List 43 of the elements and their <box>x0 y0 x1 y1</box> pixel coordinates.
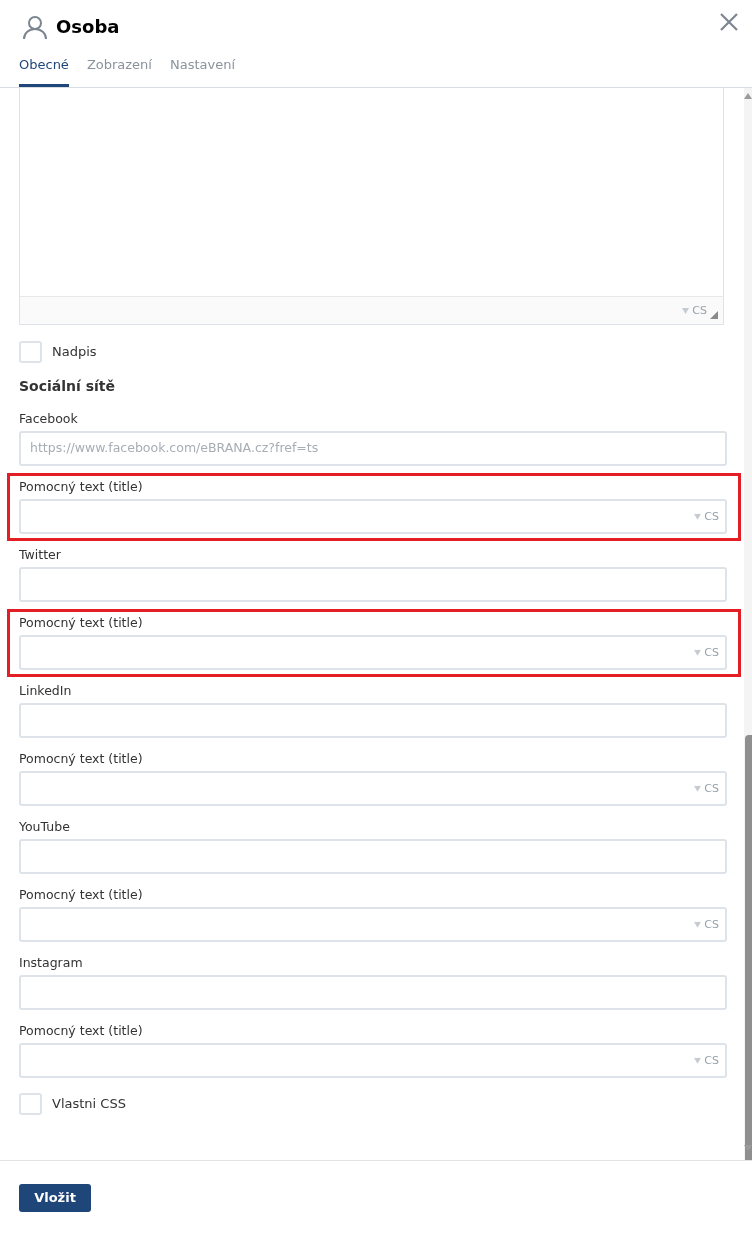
dropdown-arrow-icon[interactable] <box>694 921 702 928</box>
checkbox[interactable] <box>19 1093 42 1115</box>
language-code[interactable]: CS <box>704 508 719 525</box>
language-code[interactable]: CS <box>692 303 707 320</box>
scrollbar[interactable] <box>744 88 752 1160</box>
language-code[interactable]: CS <box>704 1052 719 1069</box>
checkbox-label: Nadpis <box>52 343 97 362</box>
checkbox[interactable] <box>19 341 42 363</box>
dropdown-arrow-icon[interactable] <box>682 308 690 315</box>
dropdown-arrow-icon[interactable] <box>694 649 702 656</box>
dialog-title: Osoba <box>56 15 120 39</box>
dropdown-arrow-icon[interactable] <box>694 1057 702 1064</box>
language-code[interactable]: CS <box>704 780 719 797</box>
text-editor[interactable]: CS <box>19 88 724 325</box>
tab[interactable]: Obecné <box>19 54 69 87</box>
dropdown-arrow-icon[interactable] <box>694 785 702 792</box>
field-label: Pomocný text (title) <box>19 478 144 495</box>
user-icon <box>22 13 48 40</box>
input-field[interactable]: CS <box>19 1043 727 1078</box>
input-field[interactable]: CS <box>19 635 727 670</box>
input-field[interactable]: CS <box>19 771 727 806</box>
field-label: LinkedIn <box>19 682 73 699</box>
field-label: Pomocný text (title) <box>19 1022 144 1039</box>
resize-handle-icon[interactable] <box>710 311 718 319</box>
field-label: Facebook <box>19 410 79 427</box>
insert-button[interactable]: Vložit <box>19 1184 91 1212</box>
language-code[interactable]: CS <box>704 916 719 933</box>
input-field[interactable]: CS <box>19 907 727 942</box>
input-field[interactable]: CS <box>19 499 727 534</box>
section-heading: Sociální sítě <box>19 377 116 396</box>
language-code[interactable]: CS <box>704 644 719 661</box>
dropdown-arrow-icon[interactable] <box>694 513 702 520</box>
checkbox-label: Vlastni CSS <box>52 1095 126 1114</box>
field-label: Pomocný text (title) <box>19 614 144 631</box>
input-field[interactable]: https://www.facebook.com/eBRANA.cz?fref=ts <box>19 431 727 466</box>
field-label: Instagram <box>19 954 84 971</box>
field-label: Twitter <box>19 546 62 563</box>
tab[interactable]: Zobrazení <box>86 54 152 87</box>
field-label: Pomocný text (title) <box>19 886 144 903</box>
field-label: Pomocný text (title) <box>19 750 144 767</box>
tab[interactable]: Nastavení <box>170 54 236 87</box>
field-label: YouTube <box>19 818 71 835</box>
close-button[interactable] <box>720 13 738 31</box>
